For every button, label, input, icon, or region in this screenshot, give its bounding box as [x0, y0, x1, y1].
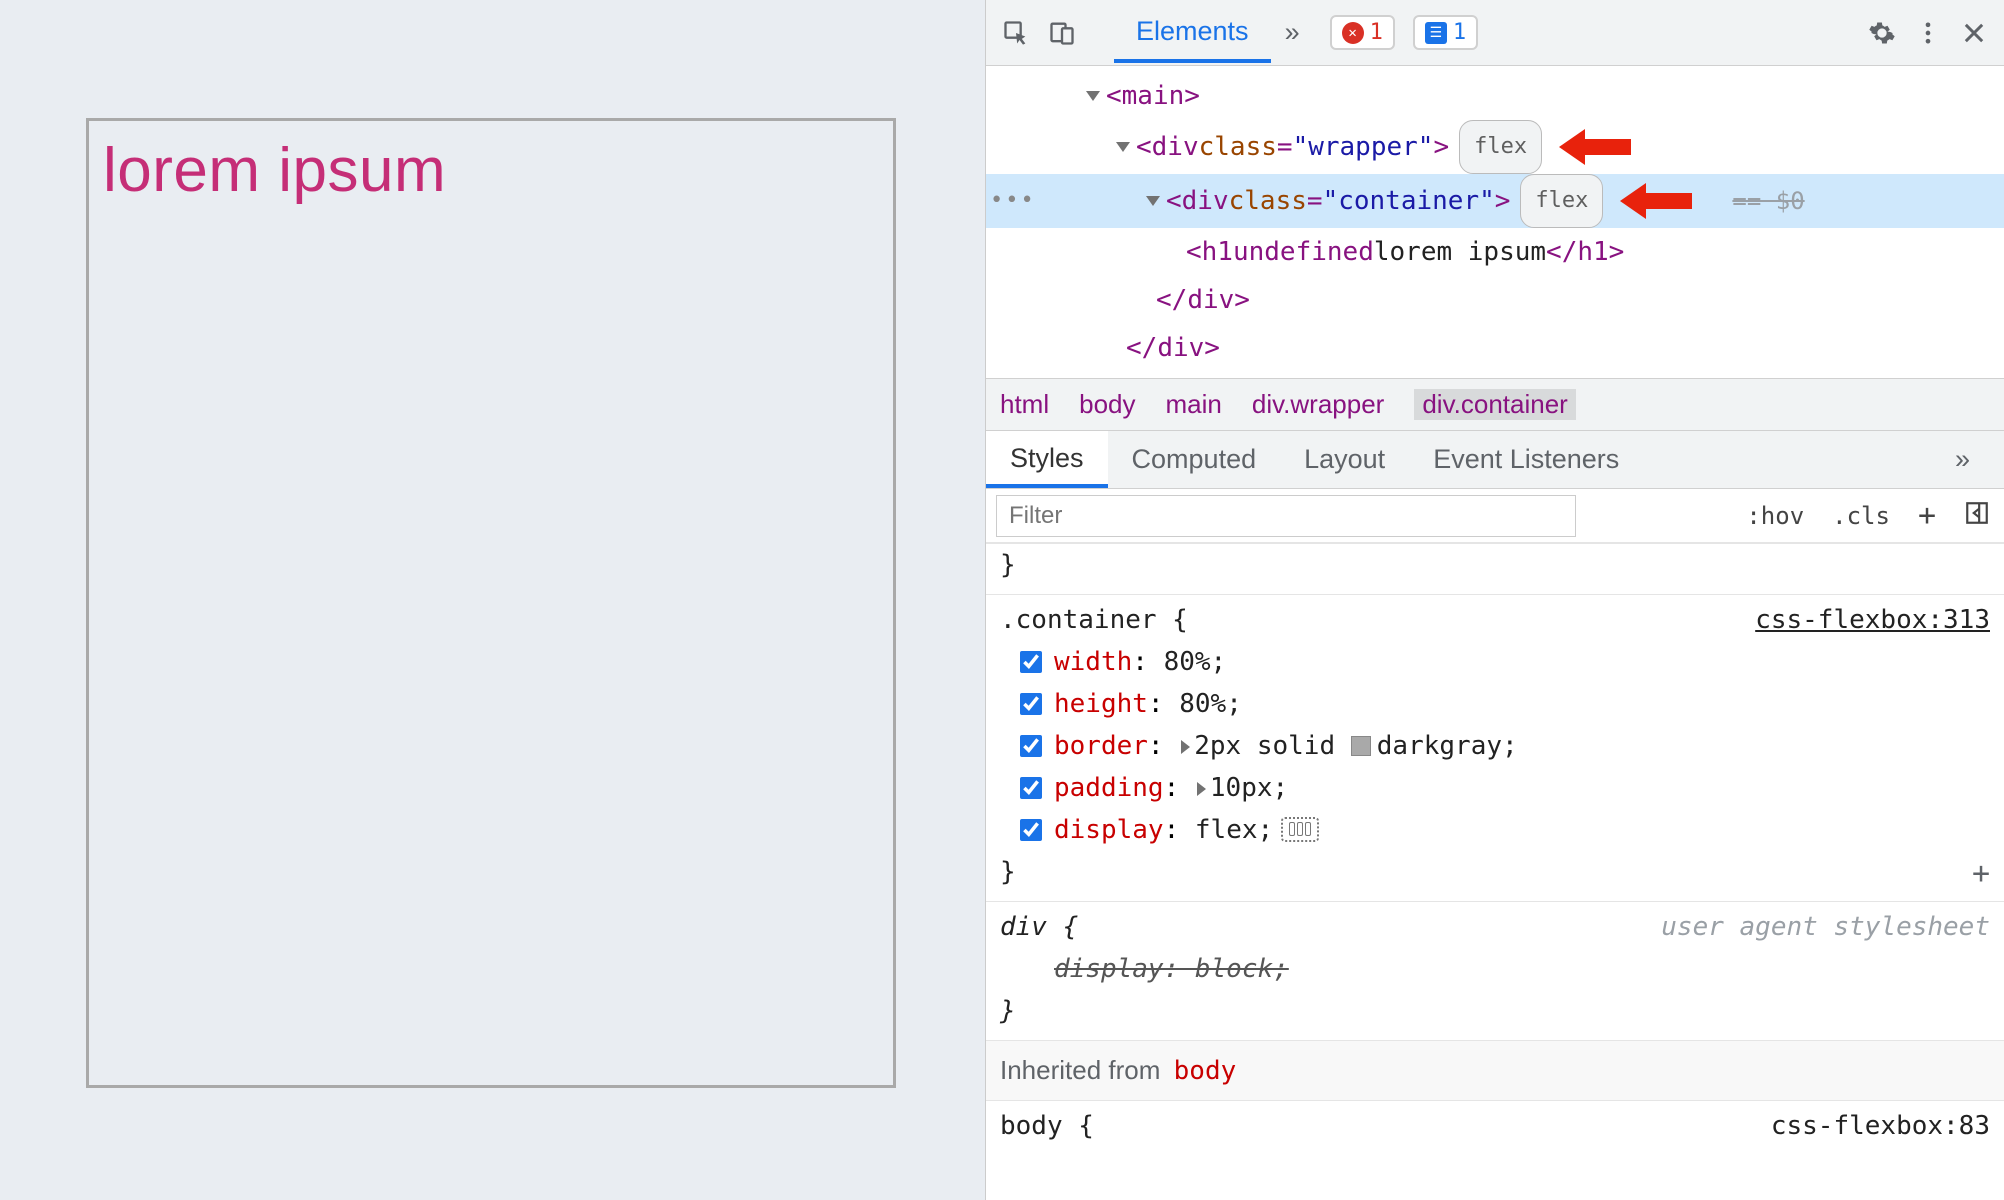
styles-tabs-overflow-icon[interactable]: »	[1931, 432, 1994, 487]
inherited-from-element[interactable]: body	[1174, 1056, 1237, 1086]
declaration-toggle-checkbox[interactable]	[1020, 735, 1042, 757]
css-declaration[interactable]: border: 2px solid darkgray;	[1020, 725, 1990, 767]
dom-node-row[interactable]: <div class="wrapper">flex	[986, 120, 2004, 174]
css-declaration[interactable]: height: 80%;	[1020, 683, 1990, 725]
dom-tree[interactable]: <main><div class="wrapper">flex•••<div c…	[986, 66, 2004, 378]
annotation-arrow-icon	[1621, 183, 1692, 219]
selected-gutter-icon[interactable]: •••	[990, 177, 1036, 225]
dom-breadcrumbs[interactable]: html body main div.wrapper div.container	[986, 378, 2004, 431]
flex-badge[interactable]: flex	[1459, 120, 1542, 174]
dom-node-row[interactable]: </div>	[986, 276, 2004, 324]
tab-elements[interactable]: Elements	[1114, 2, 1271, 63]
error-count-badge[interactable]: ✕ 1	[1330, 15, 1395, 50]
styles-filter-input[interactable]	[996, 495, 1576, 537]
info-count: 1	[1453, 20, 1466, 45]
styles-tabs: StylesComputedLayoutEvent Listeners »	[986, 431, 2004, 489]
tabs-overflow-icon[interactable]: »	[1277, 3, 1308, 62]
insert-rule-below-button[interactable]: +	[1972, 853, 1990, 895]
console-ref-hint: == $0	[1732, 177, 1804, 225]
info-count-badge[interactable]: ☰ 1	[1413, 15, 1478, 50]
close-devtools-icon[interactable]	[1954, 13, 1994, 53]
styles-subtab[interactable]: Computed	[1108, 432, 1281, 487]
preview-container-box: lorem ipsum	[86, 118, 896, 1088]
breadcrumb-item[interactable]: div.container	[1414, 389, 1576, 420]
expand-arrow-icon[interactable]	[1146, 196, 1160, 206]
breadcrumb-item[interactable]: body	[1079, 389, 1135, 420]
css-declaration[interactable]: display: flex;	[1020, 809, 1990, 851]
error-dot-icon: ✕	[1342, 22, 1364, 44]
styles-filter-row: :hov .cls +	[986, 489, 2004, 543]
css-declaration[interactable]: width: 80%;	[1020, 641, 1990, 683]
ua-rule-label: user agent stylesheet	[1661, 906, 1990, 948]
inherited-section-header: Inherited from body	[986, 1041, 2004, 1101]
computed-panel-toggle-icon[interactable]	[1950, 500, 2004, 532]
rule-container[interactable]: .container { css-flexbox:313 width: 80%;…	[986, 595, 2004, 902]
rule-source-link[interactable]: css-flexbox:313	[1755, 599, 1990, 641]
breadcrumb-item[interactable]: html	[1000, 389, 1049, 420]
styles-subtab[interactable]: Event Listeners	[1409, 432, 1643, 487]
rendered-page-preview: lorem ipsum	[0, 0, 985, 1200]
dom-node-row[interactable]: </div>	[986, 324, 2004, 372]
inspect-element-icon[interactable]	[996, 13, 1036, 53]
breadcrumb-item[interactable]: div.wrapper	[1252, 389, 1384, 420]
declaration-toggle-checkbox[interactable]	[1020, 819, 1042, 841]
expand-shorthand-icon[interactable]	[1197, 782, 1206, 796]
preview-heading: lorem ipsum	[103, 135, 879, 206]
device-toggle-icon[interactable]	[1042, 13, 1082, 53]
styles-subtab[interactable]: Layout	[1280, 432, 1409, 487]
new-style-rule-button[interactable]: +	[1904, 498, 1950, 533]
declaration-toggle-checkbox[interactable]	[1020, 777, 1042, 799]
breadcrumb-item[interactable]: main	[1166, 389, 1222, 420]
info-dot-icon: ☰	[1425, 22, 1447, 44]
declaration-toggle-checkbox[interactable]	[1020, 651, 1042, 673]
expand-arrow-icon[interactable]	[1086, 91, 1100, 101]
kebab-menu-icon[interactable]	[1908, 13, 1948, 53]
flexbox-editor-icon[interactable]	[1281, 817, 1319, 842]
dom-node-row[interactable]: <main>	[986, 72, 2004, 120]
devtools-panel: Elements » ✕ 1 ☰ 1 <main><div	[985, 0, 2004, 1200]
styles-pane[interactable]: } .container { css-flexbox:313 width: 80…	[986, 543, 2004, 1200]
settings-gear-icon[interactable]	[1862, 13, 1902, 53]
rule-body-truncated[interactable]: body { css-flexbox:83	[986, 1101, 2004, 1151]
rule-selector[interactable]: .container {	[1000, 599, 1188, 641]
error-count: 1	[1370, 20, 1383, 45]
ua-rule-close: }	[1000, 990, 1990, 1032]
overridden-declaration[interactable]: display: block;	[1054, 948, 1289, 990]
expand-shorthand-icon[interactable]	[1181, 740, 1190, 754]
expand-arrow-icon[interactable]	[1116, 142, 1130, 152]
color-swatch-icon[interactable]	[1351, 736, 1371, 756]
annotation-arrow-icon	[1560, 129, 1631, 165]
hov-toggle[interactable]: :hov	[1732, 502, 1818, 530]
dom-node-row[interactable]: •••<div class="container">flex== $0	[986, 174, 2004, 228]
rule-close-brace: }	[1000, 851, 1990, 893]
ua-rule-selector: div {	[1000, 906, 1078, 948]
declaration-toggle-checkbox[interactable]	[1020, 693, 1042, 715]
rule-ua-div[interactable]: div { user agent stylesheet display: blo…	[986, 902, 2004, 1041]
styles-subtab[interactable]: Styles	[986, 431, 1108, 488]
flex-badge[interactable]: flex	[1520, 174, 1603, 228]
devtools-toolbar: Elements » ✕ 1 ☰ 1	[986, 0, 2004, 66]
cls-toggle[interactable]: .cls	[1818, 502, 1904, 530]
css-declaration[interactable]: padding: 10px;	[1020, 767, 1990, 809]
dom-node-row[interactable]: <h1undefinedlorem ipsum</h1>	[986, 228, 2004, 276]
